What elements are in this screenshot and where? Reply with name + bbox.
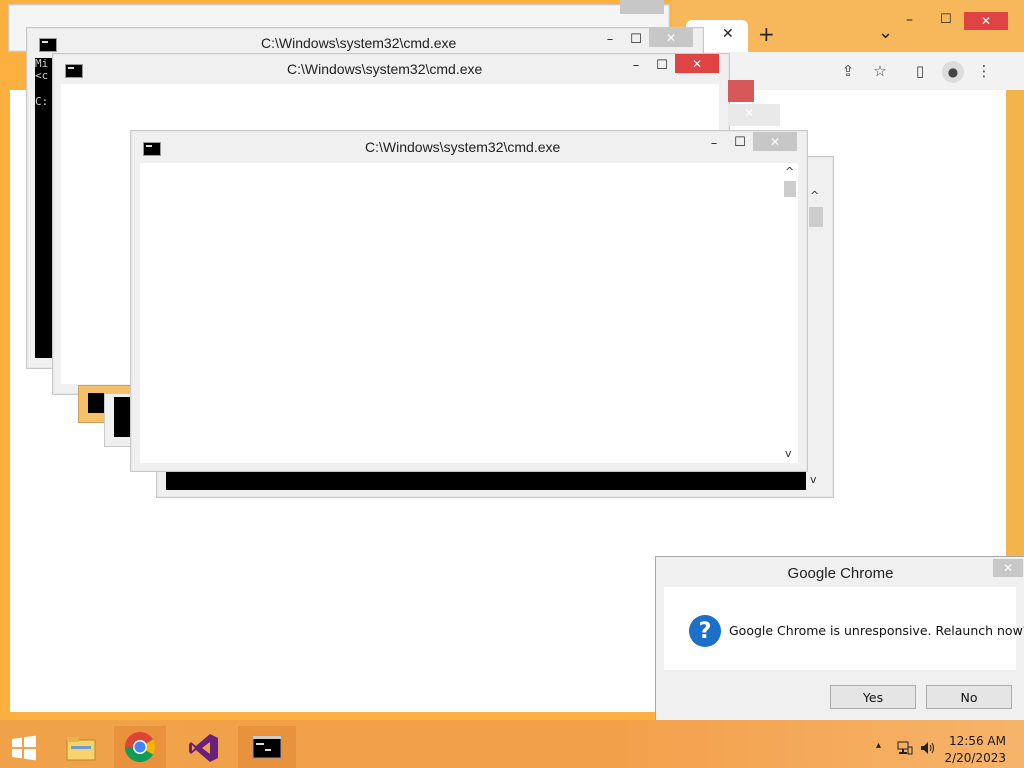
visual-studio-icon [189,734,218,762]
cmd-taskbar-button[interactable] [238,726,296,768]
relaunch-dialog: Google Chrome ✕ ? Google Chrome is unres… [655,556,1024,730]
new-tab-button[interactable]: + [758,22,775,46]
stacked-window-edge [728,80,754,102]
cmd-window-1-title: C:\Windows\system32\cmd.exe [261,35,457,51]
cmd-window-1-titlebar[interactable]: C:\Windows\system32\cmd.exe – ☐ ✕ [27,28,703,56]
clock-date[interactable]: 2/20/2023 [944,751,1006,765]
cmd-window-3-console[interactable] [166,472,806,490]
no-button[interactable]: No [926,685,1012,709]
chrome-logo-icon [125,732,156,763]
scroll-thumb[interactable] [809,207,823,227]
close-button[interactable]: ✕ [675,54,719,73]
start-button[interactable] [0,728,48,768]
show-hidden-icons-button[interactable]: ▴ [876,740,881,751]
scroll-up-icon[interactable]: ^ [785,165,794,178]
network-glyph [897,741,913,755]
dialog-message: Google Chrome is unresponsive. Relaunch … [729,623,1024,638]
stacked-window-edge [88,393,104,413]
question-icon: ? [689,615,721,647]
chrome-menu-icon[interactable]: ⋮ [974,61,994,81]
maximize-button[interactable]: ☐ [623,30,649,48]
folder-icon [66,737,96,761]
minimize-button[interactable]: – [597,30,623,48]
scroll-down-icon[interactable]: v [785,447,792,460]
visual-studio-button[interactable] [180,728,228,768]
maximize-button[interactable]: ☐ [649,56,675,74]
cmd-window-front-scrollbar[interactable]: ^ v [782,163,798,463]
dialog-title: Google Chrome [787,565,894,582]
cmd-icon [65,64,83,78]
cmd-window-2-title: C:\Windows\system32\cmd.exe [287,61,483,77]
windows-logo-icon [12,735,36,761]
maximize-button[interactable]: ☐ [727,133,753,151]
clock-time[interactable]: 12:56 AM [944,734,1006,748]
cmd-icon [143,142,161,156]
window-minimize-button[interactable]: – [906,12,932,28]
close-button[interactable]: ✕ [753,132,797,151]
scroll-thumb[interactable] [784,181,796,197]
cmd-window-front-titlebar[interactable]: C:\Windows\system32\cmd.exe – ☐ ✕ [131,131,807,159]
bookmark-star-icon[interactable]: ☆ [870,61,890,81]
window-close-button[interactable]: ✕ [964,12,1008,30]
side-panel-icon[interactable]: ▯ [910,61,930,81]
cmd-window-back-close[interactable] [620,0,664,14]
minimize-button[interactable]: – [623,56,649,74]
share-icon[interactable]: ⇪ [838,61,858,81]
minimize-button[interactable]: – [701,134,727,152]
scroll-down-icon[interactable]: v [810,473,817,486]
dialog-close-button[interactable]: ✕ [993,559,1023,577]
close-button[interactable]: ✕ [649,28,693,47]
file-explorer-button[interactable] [57,728,105,768]
yes-button[interactable]: Yes [830,685,916,709]
cmd-window-front-title: C:\Windows\system32\cmd.exe [365,139,561,155]
network-icon[interactable] [897,740,913,755]
cmd-taskbar-icon [252,735,282,759]
chrome-taskbar-button[interactable] [114,726,166,768]
cmd-window-2-titlebar[interactable]: C:\Windows\system32\cmd.exe – ☐ ✕ [53,54,729,82]
cmd-window-3-scrollbar[interactable]: ^ v [807,187,825,492]
stacked-window-edge [114,397,130,437]
dialog-body: ? Google Chrome is unresponsive. Relaunc… [664,587,1024,670]
cmd-window-front-console[interactable] [140,163,782,463]
window-maximize-button[interactable]: ☐ [940,12,960,28]
volume-glyph [921,742,934,754]
cmd-icon [39,38,57,52]
tab-close-icon[interactable]: ✕ [722,26,734,42]
profile-avatar-icon[interactable]: ● [942,61,964,83]
stacked-window-close-icon[interactable]: ✕ [744,106,754,120]
volume-icon[interactable] [920,740,938,754]
scroll-up-icon[interactable]: ^ [810,189,819,202]
cmd-window-front: C:\Windows\system32\cmd.exe – ☐ ✕ ^ v [130,130,808,472]
tab-search-icon[interactable]: ⌄ [878,22,893,43]
